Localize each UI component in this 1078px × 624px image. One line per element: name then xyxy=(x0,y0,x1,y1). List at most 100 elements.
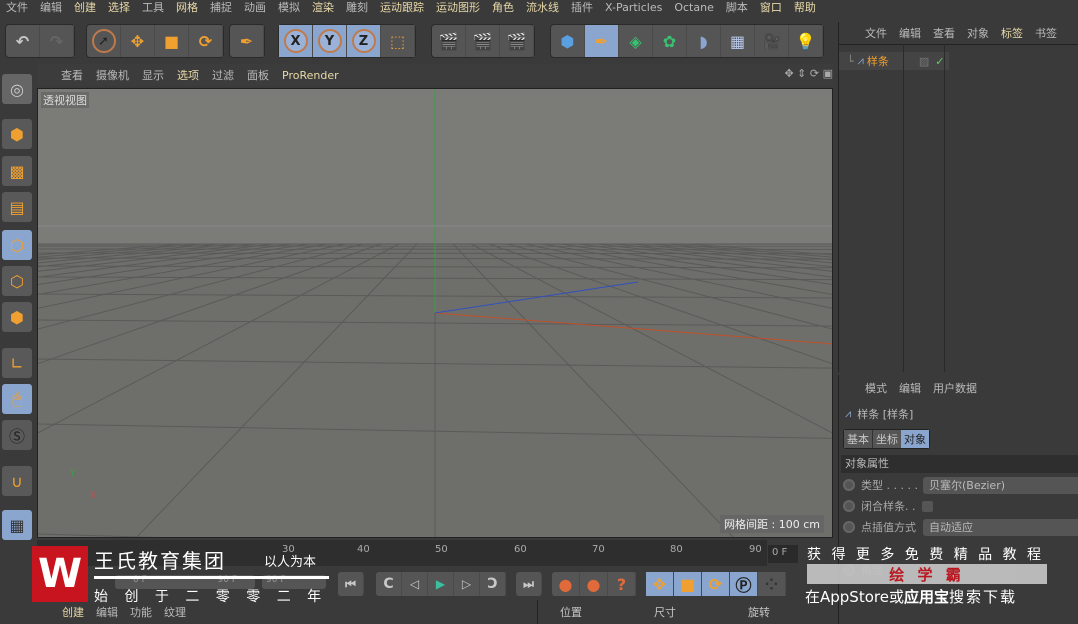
menu-xparticles[interactable]: X-Particles xyxy=(599,0,668,17)
render-view-icon[interactable]: 🎬 xyxy=(432,25,466,57)
menu-mograph[interactable]: 运动图形 xyxy=(430,0,486,17)
attr-menu-edit[interactable]: 编辑 xyxy=(899,380,921,396)
floor-icon[interactable]: ▦ xyxy=(721,25,755,57)
undo-icon[interactable]: ↶ xyxy=(6,25,40,57)
polygons-mode-icon[interactable]: ⬢ xyxy=(2,302,32,332)
menu-plugins[interactable]: 插件 xyxy=(565,0,599,17)
solo-icon[interactable]: Ⓢ xyxy=(2,420,32,450)
select-icon[interactable]: ➚ xyxy=(87,25,121,57)
menu-simulate[interactable]: 模拟 xyxy=(272,0,306,17)
key-position-icon[interactable]: ✥ xyxy=(646,572,674,596)
menu-snap[interactable]: 捕捉 xyxy=(204,0,238,17)
prev-frame-icon[interactable]: ◁ xyxy=(402,572,428,596)
tab-basic[interactable]: 基本 xyxy=(844,430,872,448)
camera-icon[interactable]: 🎥 xyxy=(755,25,789,57)
rotate-icon[interactable]: ⟳ xyxy=(189,25,223,57)
keyframe-radio[interactable] xyxy=(843,479,855,491)
viewport-menu-options[interactable]: 选项 xyxy=(177,67,199,83)
key-scale-icon[interactable]: ■ xyxy=(674,572,702,596)
attr-menu-mode[interactable]: 模式 xyxy=(865,380,887,396)
om-menu-edit[interactable]: 编辑 xyxy=(899,25,921,41)
render-settings-icon[interactable]: 🎬 xyxy=(500,25,534,57)
interpolation-dropdown[interactable]: 自动适应 xyxy=(923,519,1078,536)
menu-window[interactable]: 窗口 xyxy=(754,0,788,17)
prev-key-icon[interactable]: C xyxy=(376,572,402,596)
menu-octane[interactable]: Octane xyxy=(668,0,720,17)
light-icon[interactable]: 💡 xyxy=(789,25,823,57)
menu-sculpt[interactable]: 雕刻 xyxy=(340,0,374,17)
next-key-icon[interactable]: Ɔ xyxy=(480,572,506,596)
workplane-icon[interactable]: ▤ xyxy=(2,192,32,222)
y-axis-lock-icon[interactable]: Y xyxy=(313,25,347,57)
cube-icon[interactable]: ⬢ xyxy=(551,25,585,57)
scale-icon[interactable]: ■ xyxy=(155,25,189,57)
menu-help[interactable]: 帮助 xyxy=(788,0,822,17)
cloner-icon[interactable]: ✿ xyxy=(653,25,687,57)
next-frame-icon[interactable]: ▷ xyxy=(454,572,480,596)
menu-character[interactable]: 角色 xyxy=(486,0,520,17)
key-rotation-icon[interactable]: ⟳ xyxy=(702,572,730,596)
om-menu-objects[interactable]: 对象 xyxy=(967,25,989,41)
workplane-lock-icon[interactable]: ▦ xyxy=(2,510,32,540)
menu-animate[interactable]: 动画 xyxy=(238,0,272,17)
om-menu-tags[interactable]: 标签 xyxy=(1001,25,1023,41)
viewport-menu-prorender[interactable]: ProRender xyxy=(282,69,339,82)
go-to-start-icon[interactable]: ⏮ xyxy=(338,572,364,596)
make-editable-icon[interactable]: ◎ xyxy=(2,74,32,104)
tweak-mode-icon[interactable]: 🖱 xyxy=(2,384,32,414)
go-to-end-icon[interactable]: ⏭ xyxy=(516,572,542,596)
object-row-spline[interactable]: └ ⩘ 样条 ▨ ✓ xyxy=(839,52,949,70)
redo-icon[interactable]: ↷ xyxy=(40,25,74,57)
subdivision-icon[interactable]: ◈ xyxy=(619,25,653,57)
type-dropdown[interactable]: 贝塞尔(Bezier) xyxy=(923,477,1078,494)
pen-icon[interactable]: ✒ xyxy=(230,25,264,57)
tab-coordinates[interactable]: 坐标 xyxy=(872,430,901,448)
record-key-icon[interactable]: ● xyxy=(552,572,580,596)
perspective-viewport[interactable]: 透视视图 Y X 网格间距 : 100 cm xyxy=(37,88,833,538)
om-menu-view[interactable]: 查看 xyxy=(933,25,955,41)
viewport-menu-panel[interactable]: 面板 xyxy=(247,67,269,83)
tab-object[interactable]: 对象 xyxy=(901,430,929,448)
coordinate-system-icon[interactable]: ⬚ xyxy=(381,25,415,57)
viewport-menu-cameras[interactable]: 摄像机 xyxy=(96,67,129,83)
attr-menu-userdata[interactable]: 用户数据 xyxy=(933,380,977,396)
menu-create[interactable]: 创建 xyxy=(68,0,102,17)
menu-edit[interactable]: 编辑 xyxy=(34,0,68,17)
mat-menu-function[interactable]: 功能 xyxy=(130,604,152,620)
menu-script[interactable]: 脚本 xyxy=(720,0,754,17)
z-axis-lock-icon[interactable]: Z xyxy=(347,25,381,57)
spline-pen-icon[interactable]: ✒ xyxy=(585,25,619,57)
menu-mesh[interactable]: 网格 xyxy=(170,0,204,17)
current-frame-field[interactable]: 0 F xyxy=(768,545,798,563)
auto-key-icon[interactable]: ● xyxy=(580,572,608,596)
mat-menu-texture[interactable]: 纹理 xyxy=(164,604,186,620)
model-mode-icon[interactable]: ⬢ xyxy=(2,119,32,149)
mat-menu-edit[interactable]: 编辑 xyxy=(96,604,118,620)
om-menu-bookmarks[interactable]: 书签 xyxy=(1035,25,1057,41)
axis-mode-icon[interactable]: ∟ xyxy=(2,348,32,378)
menu-file[interactable]: 文件 xyxy=(0,0,34,17)
menu-motion-tracking[interactable]: 运动跟踪 xyxy=(374,0,430,17)
viewport-nav-icons[interactable]: ✥ ⇕ ⟳ ▣ xyxy=(784,67,833,80)
menu-tools[interactable]: 工具 xyxy=(136,0,170,17)
mat-menu-create[interactable]: 创建 xyxy=(62,604,84,620)
object-name[interactable]: 样条 xyxy=(867,53,889,69)
move-icon[interactable]: ✥ xyxy=(121,25,155,57)
menu-render[interactable]: 渲染 xyxy=(306,0,340,17)
play-icon[interactable]: ▶ xyxy=(428,572,454,596)
close-spline-checkbox[interactable] xyxy=(921,500,933,512)
keyframe-radio[interactable] xyxy=(843,500,855,512)
key-parameter-icon[interactable]: Ⓟ xyxy=(730,572,758,596)
render-picture-viewer-icon[interactable]: 🎬 xyxy=(466,25,500,57)
keyframe-selection-icon[interactable]: ? xyxy=(608,572,636,596)
edges-mode-icon[interactable]: ⬡ xyxy=(2,266,32,296)
viewport-menu-filter[interactable]: 过滤 xyxy=(212,67,234,83)
menu-pipeline[interactable]: 流水线 xyxy=(520,0,565,17)
keyframe-radio[interactable] xyxy=(843,521,855,533)
visibility-icon[interactable]: ▨ xyxy=(919,55,929,68)
key-pla-icon[interactable]: ⁘ xyxy=(758,572,786,596)
menu-select[interactable]: 选择 xyxy=(102,0,136,17)
om-menu-file[interactable]: 文件 xyxy=(865,25,887,41)
snap-icon[interactable]: ∪ xyxy=(2,466,32,496)
viewport-menu-display[interactable]: 显示 xyxy=(142,67,164,83)
